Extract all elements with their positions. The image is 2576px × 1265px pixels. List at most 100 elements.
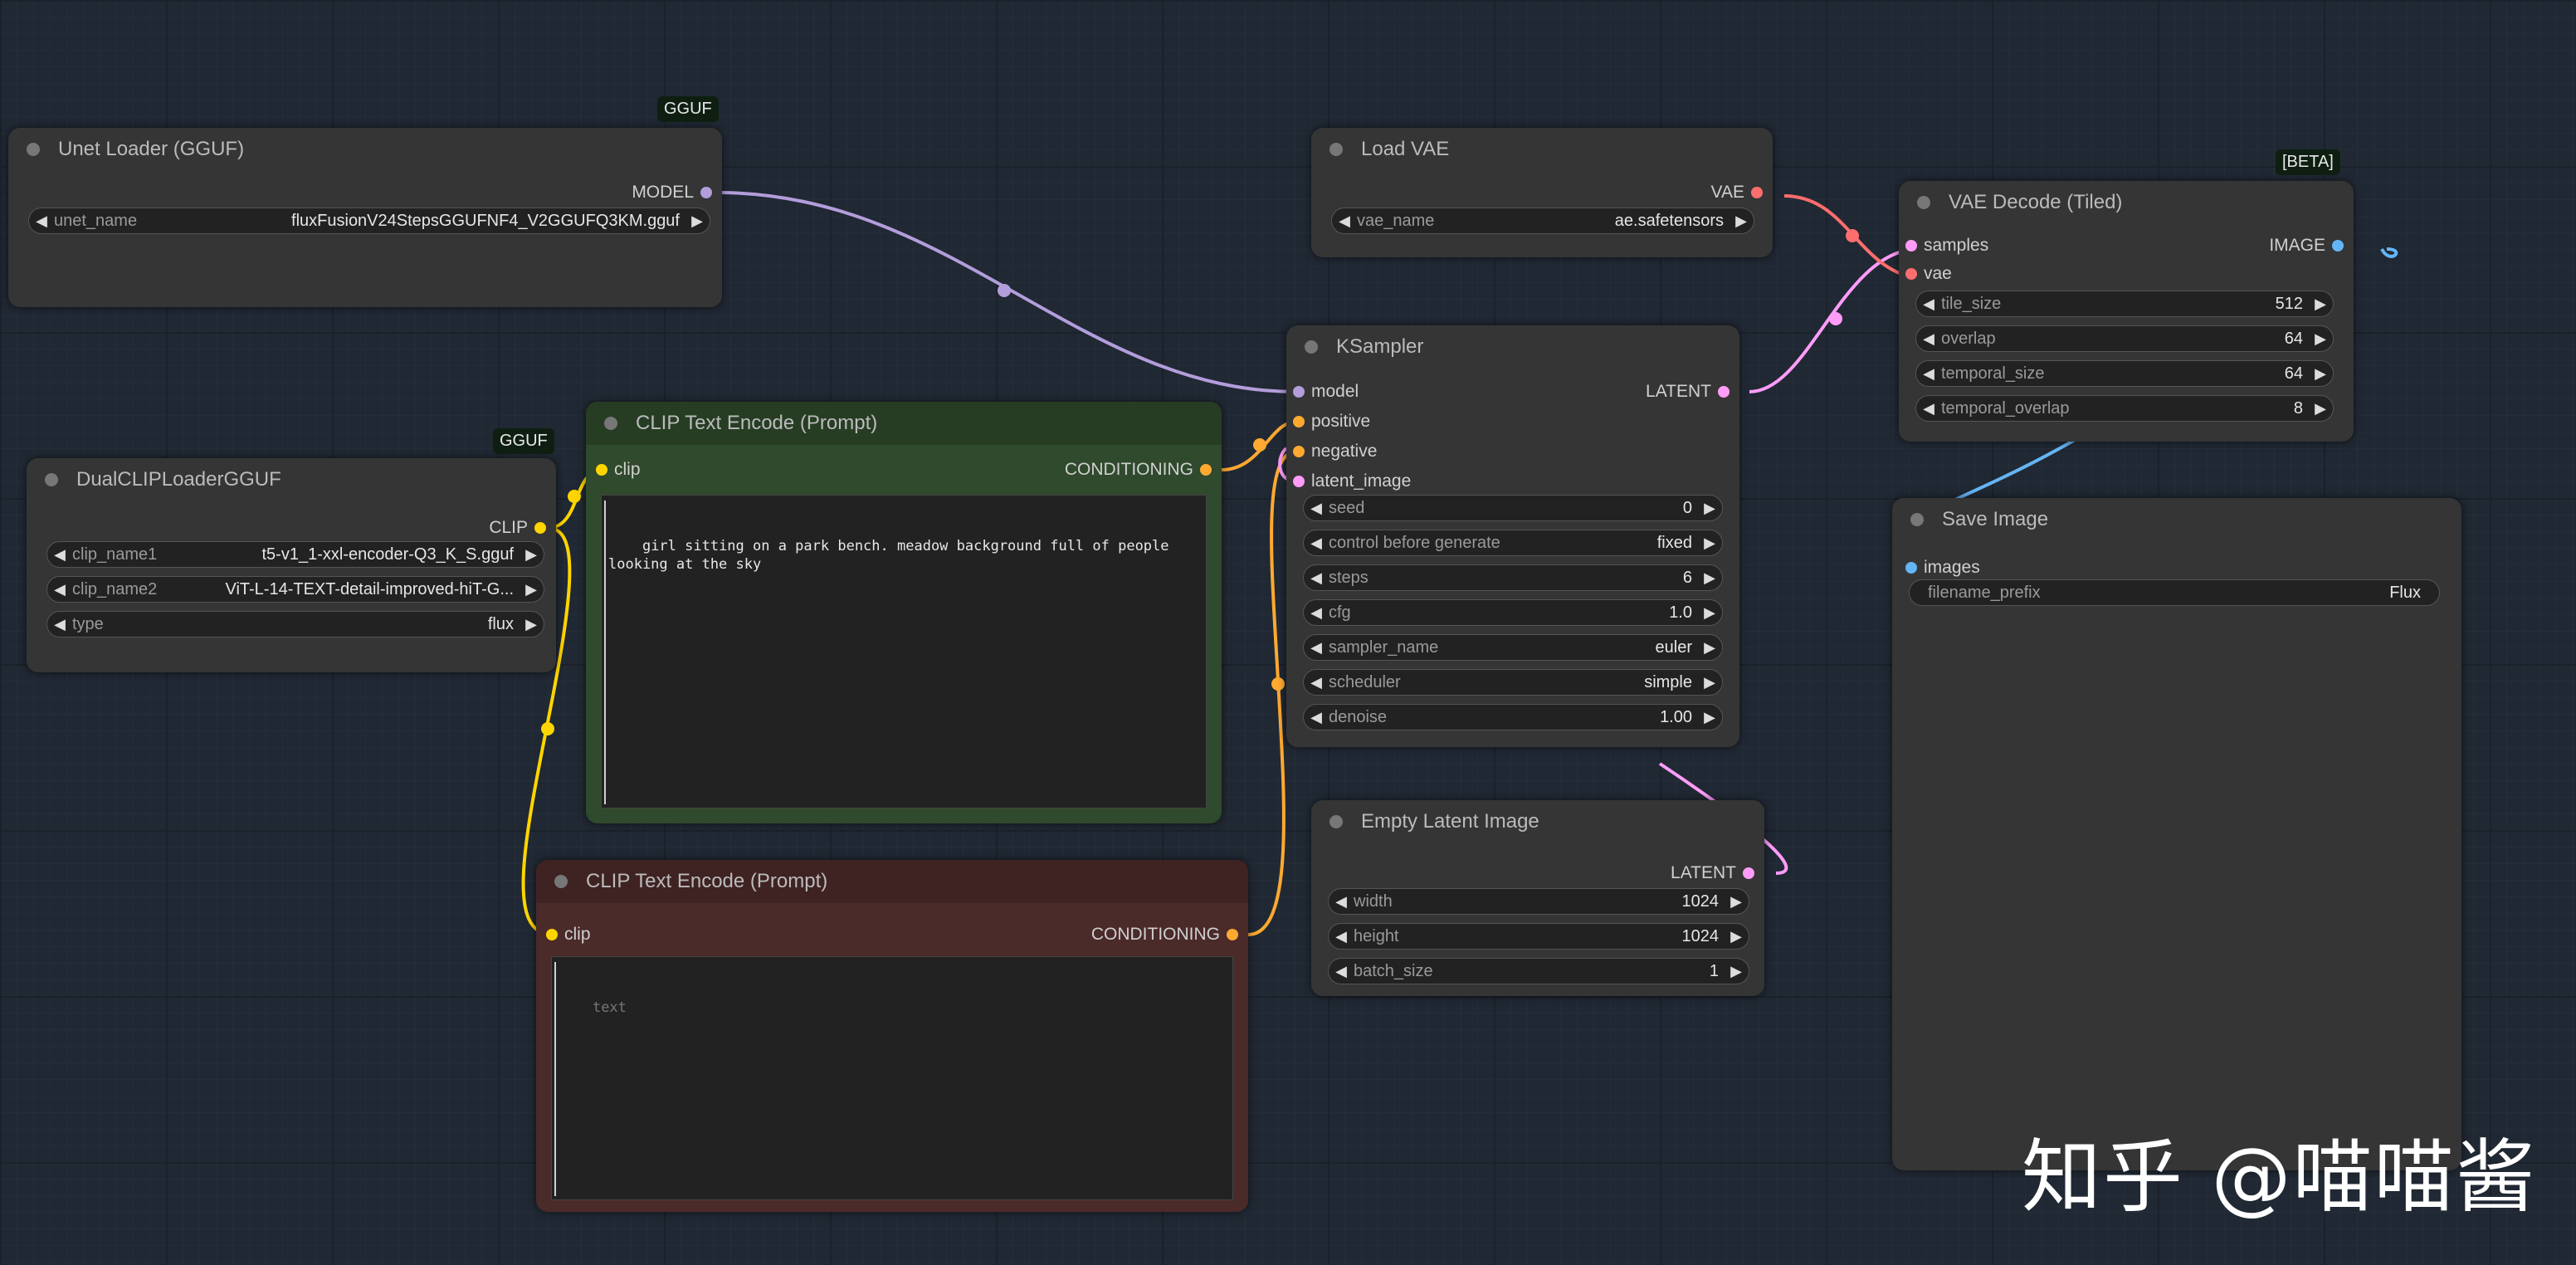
collapse-dot-icon[interactable] <box>45 473 58 486</box>
clip-name1-widget[interactable]: ◀ clip_name1 t5-v1_1-xxl-encoder-Q3_K_S.… <box>46 541 544 568</box>
vae-decode-tiled-node[interactable]: VAE Decode (Tiled) samples vae IMAGE ◀ t… <box>1899 181 2354 442</box>
conditioning-output-dot-icon[interactable] <box>1227 929 1238 940</box>
decrement-arrow-icon[interactable]: ◀ <box>1329 928 1354 945</box>
increment-arrow-icon[interactable]: ▶ <box>1697 639 1722 657</box>
collapse-dot-icon[interactable] <box>1305 340 1318 354</box>
clip-output-dot-icon[interactable] <box>534 522 546 534</box>
clip-input[interactable]: clip <box>596 458 641 481</box>
latent-output[interactable]: LATENT <box>1671 862 1754 885</box>
collapse-dot-icon[interactable] <box>1329 143 1343 156</box>
conditioning-output-dot-icon[interactable] <box>1200 464 1212 476</box>
increment-arrow-icon[interactable]: ▶ <box>1697 604 1722 622</box>
increment-arrow-icon[interactable]: ▶ <box>519 581 544 598</box>
temporal-overlap-widget[interactable]: ◀ temporal_overlap 8 ▶ <box>1915 395 2334 422</box>
image-output[interactable]: IMAGE <box>2269 234 2344 257</box>
decrement-arrow-icon[interactable]: ◀ <box>1329 963 1354 980</box>
increment-arrow-icon[interactable]: ▶ <box>1697 709 1722 726</box>
model-output-dot-icon[interactable] <box>700 187 712 198</box>
increment-arrow-icon[interactable]: ▶ <box>1697 535 1722 552</box>
conditioning-output[interactable]: CONDITIONING <box>1091 923 1238 946</box>
decrement-arrow-icon[interactable]: ◀ <box>1916 365 1941 383</box>
decrement-arrow-icon[interactable]: ◀ <box>1916 400 1941 418</box>
increment-arrow-icon[interactable]: ▶ <box>1724 928 1749 945</box>
collapse-dot-icon[interactable] <box>554 875 568 888</box>
latent-image-input-dot-icon[interactable] <box>1293 476 1305 487</box>
conditioning-output[interactable]: CONDITIONING <box>1065 458 1212 481</box>
model-input[interactable]: model <box>1293 380 1359 403</box>
decrement-arrow-icon[interactable]: ◀ <box>1304 639 1329 657</box>
denoise-widget[interactable]: ◀ denoise 1.00 ▶ <box>1303 704 1723 730</box>
positive-input[interactable]: positive <box>1293 410 1370 433</box>
temporal-size-widget[interactable]: ◀ temporal_size 64 ▶ <box>1915 360 2334 387</box>
clip-positive-title-bar[interactable]: CLIP Text Encode (Prompt) <box>586 402 1222 445</box>
collapse-dot-icon[interactable] <box>604 417 617 430</box>
clip-text-encode-negative-node[interactable]: CLIP Text Encode (Prompt) clip CONDITION… <box>536 860 1248 1212</box>
samples-input[interactable]: samples <box>1905 234 1988 257</box>
decrement-arrow-icon[interactable]: ◀ <box>1304 569 1329 587</box>
scheduler-widget[interactable]: ◀ scheduler simple ▶ <box>1303 669 1723 696</box>
batch-size-widget[interactable]: ◀ batch_size 1 ▶ <box>1328 958 1749 984</box>
load-vae-node[interactable]: Load VAE VAE ◀ vae_name ae.safetensors ▶ <box>1311 128 1773 257</box>
decrement-arrow-icon[interactable]: ◀ <box>1916 330 1941 348</box>
collapse-dot-icon[interactable] <box>1910 513 1924 526</box>
empty-latent-image-node[interactable]: Empty Latent Image LATENT ◀ width 1024 ▶… <box>1311 800 1764 996</box>
decrement-arrow-icon[interactable]: ◀ <box>47 546 72 564</box>
increment-arrow-icon[interactable]: ▶ <box>1697 674 1722 691</box>
latent-image-input[interactable]: latent_image <box>1293 470 1411 493</box>
seed-widget[interactable]: ◀ seed 0 ▶ <box>1303 495 1723 521</box>
collapse-dot-icon[interactable] <box>1917 196 1930 209</box>
decrement-arrow-icon[interactable]: ◀ <box>1329 893 1354 911</box>
increment-arrow-icon[interactable]: ▶ <box>1724 893 1749 911</box>
steps-widget[interactable]: ◀ steps 6 ▶ <box>1303 564 1723 591</box>
unet-loader-title-bar[interactable]: Unet Loader (GGUF) <box>8 128 722 171</box>
model-input-dot-icon[interactable] <box>1293 386 1305 398</box>
cfg-widget[interactable]: ◀ cfg 1.0 ▶ <box>1303 599 1723 626</box>
negative-prompt-textarea[interactable]: text <box>551 956 1233 1200</box>
vae-input-dot-icon[interactable] <box>1905 268 1917 280</box>
save-image-title-bar[interactable]: Save Image <box>1892 498 2461 541</box>
increment-arrow-icon[interactable]: ▶ <box>519 616 544 633</box>
height-widget[interactable]: ◀ height 1024 ▶ <box>1328 923 1749 950</box>
decrement-arrow-icon[interactable]: ◀ <box>1304 500 1329 517</box>
decrement-arrow-icon[interactable]: ◀ <box>1332 212 1357 230</box>
decrement-arrow-icon[interactable]: ◀ <box>1304 535 1329 552</box>
positive-prompt-textarea[interactable]: girl sitting on a park bench. meadow bac… <box>601 495 1207 808</box>
tile-size-widget[interactable]: ◀ tile_size 512 ▶ <box>1915 291 2334 317</box>
clip-negative-title-bar[interactable]: CLIP Text Encode (Prompt) <box>536 860 1248 903</box>
increment-arrow-icon[interactable]: ▶ <box>1697 569 1722 587</box>
latent-output-dot-icon[interactable] <box>1743 867 1754 879</box>
type-widget[interactable]: ◀ type flux ▶ <box>46 611 544 637</box>
negative-input[interactable]: negative <box>1293 440 1377 463</box>
positive-input-dot-icon[interactable] <box>1293 416 1305 427</box>
latent-output-dot-icon[interactable] <box>1718 386 1730 398</box>
dualclip-title-bar[interactable]: DualCLIPLoaderGGUF <box>27 458 556 501</box>
save-image-node[interactable]: Save Image images filename_prefix Flux <box>1892 498 2461 1170</box>
increment-arrow-icon[interactable]: ▶ <box>2308 400 2333 418</box>
increment-arrow-icon[interactable]: ▶ <box>1724 963 1749 980</box>
vae-decode-title-bar[interactable]: VAE Decode (Tiled) <box>1899 181 2354 224</box>
increment-arrow-icon[interactable]: ▶ <box>1697 500 1722 517</box>
decrement-arrow-icon[interactable]: ◀ <box>1304 674 1329 691</box>
image-output-dot-icon[interactable] <box>2332 240 2344 252</box>
collapse-dot-icon[interactable] <box>1329 815 1343 828</box>
vae-output[interactable]: VAE <box>1711 181 1763 204</box>
decrement-arrow-icon[interactable]: ◀ <box>47 616 72 633</box>
latent-output[interactable]: LATENT <box>1646 380 1730 403</box>
clip-output[interactable]: CLIP <box>489 516 546 540</box>
images-input[interactable]: images <box>1905 556 1980 579</box>
ksampler-node[interactable]: KSampler model positive negative latent_… <box>1286 325 1739 747</box>
width-widget[interactable]: ◀ width 1024 ▶ <box>1328 888 1749 915</box>
vae-name-widget[interactable]: ◀ vae_name ae.safetensors ▶ <box>1331 208 1754 234</box>
samples-input-dot-icon[interactable] <box>1905 240 1917 252</box>
increment-arrow-icon[interactable]: ▶ <box>2308 295 2333 313</box>
increment-arrow-icon[interactable]: ▶ <box>1729 212 1754 230</box>
negative-input-dot-icon[interactable] <box>1293 446 1305 457</box>
ksampler-title-bar[interactable]: KSampler <box>1286 325 1739 369</box>
decrement-arrow-icon[interactable]: ◀ <box>1304 709 1329 726</box>
vae-input[interactable]: vae <box>1905 262 1952 286</box>
unet-name-widget[interactable]: ◀ unet_name fluxFusionV24StepsGGUFNF4_V2… <box>28 208 710 234</box>
clip-input-dot-icon[interactable] <box>546 929 558 940</box>
clip-text-encode-positive-node[interactable]: CLIP Text Encode (Prompt) clip CONDITION… <box>586 402 1222 823</box>
model-output[interactable]: MODEL <box>632 181 712 204</box>
decrement-arrow-icon[interactable]: ◀ <box>1916 295 1941 313</box>
